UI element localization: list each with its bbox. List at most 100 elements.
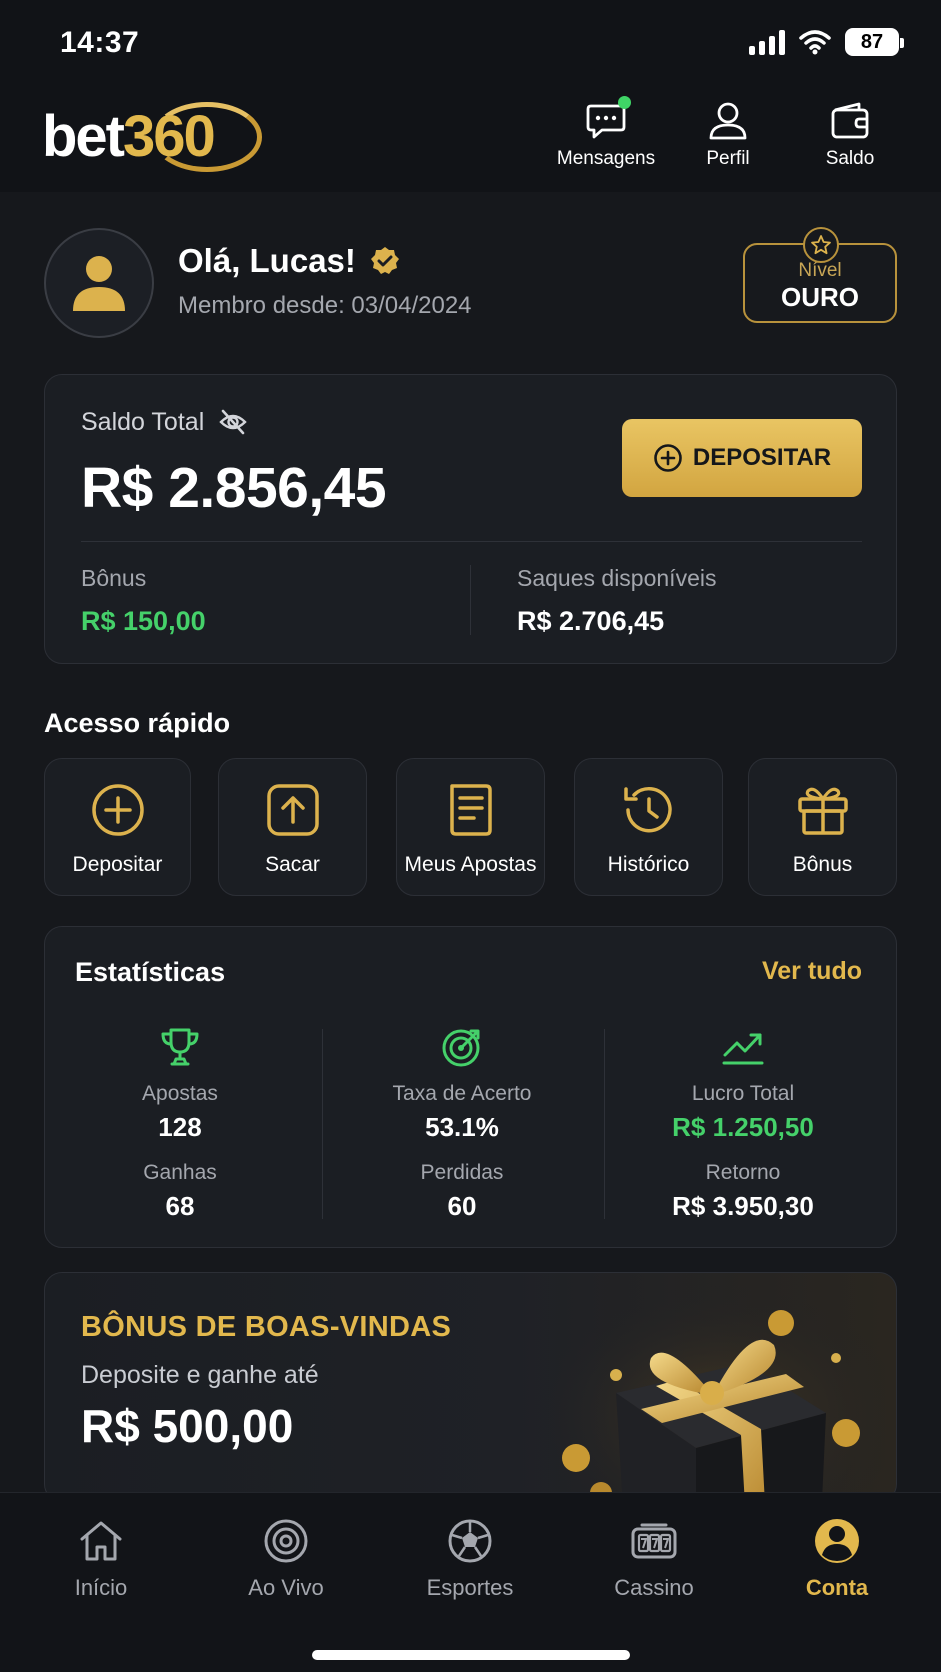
notification-dot xyxy=(618,96,631,109)
quick-bonus-label: Bônus xyxy=(792,853,853,876)
quick-withdraw-button[interactable]: Sacar xyxy=(218,758,367,896)
status-icons: 87 xyxy=(749,28,904,56)
stat-value: R$ 3.950,30 xyxy=(672,1191,814,1221)
promo-subtitle: Deposite e ganhe até xyxy=(81,1361,319,1389)
logo-text: bet360 xyxy=(42,103,216,170)
nav-casino-label: Cassino xyxy=(614,1575,694,1600)
star-icon xyxy=(803,227,839,263)
greeting: Olá, Lucas! xyxy=(178,242,400,280)
withdrawable-label: Saques disponíveis xyxy=(517,565,717,591)
level-badge[interactable]: Nível OURO xyxy=(743,227,897,323)
stat-label: Taxa de Acerto xyxy=(392,1082,532,1105)
stats-card: Estatísticas Ver tudo Apostas 128 Ganhas… xyxy=(44,926,897,1248)
stat-value: R$ 1.250,50 xyxy=(672,1112,814,1142)
nav-casino[interactable]: Cassino xyxy=(579,1517,729,1601)
nav-live[interactable]: Ao Vivo xyxy=(211,1517,361,1601)
plus-circle-icon xyxy=(91,784,144,836)
member-since: Membro desde: 03/04/2024 xyxy=(178,292,472,319)
nav-account-label: Conta xyxy=(805,1575,869,1600)
user-icon xyxy=(709,102,747,140)
account-icon xyxy=(815,1519,859,1563)
divider xyxy=(81,541,862,542)
quick-history-button[interactable]: Histórico xyxy=(574,758,723,896)
verified-badge-icon xyxy=(370,247,399,274)
receipt-icon xyxy=(449,784,492,836)
withdrawable-balance: Saques disponíveis R$ 2.706,45 xyxy=(517,565,716,637)
stat-label: Perdidas xyxy=(420,1161,504,1184)
trophy-icon xyxy=(161,1028,199,1066)
deposit-button-label: DEPOSITAR xyxy=(692,444,832,471)
messages-button[interactable]: Mensagens xyxy=(545,96,667,170)
gift-box-illustration xyxy=(546,1283,886,1501)
messages-label: Mensagens xyxy=(556,148,656,169)
deposit-button[interactable]: DEPOSITAR xyxy=(622,419,862,497)
quick-deposit-button[interactable]: Depositar xyxy=(44,758,191,896)
avatar[interactable] xyxy=(44,228,154,338)
quick-bonus-button[interactable]: Bônus xyxy=(748,758,897,896)
upload-icon xyxy=(266,784,319,836)
welcome-bonus-banner[interactable]: BÔNUS DE BOAS-VINDAS Deposite e ganhe at… xyxy=(44,1272,897,1502)
stat-value: 53.1% xyxy=(425,1112,499,1142)
stat-column-bets: Apostas 128 Ganhas 68 xyxy=(40,1025,320,1222)
header-actions: Mensagens Perfil Saldo xyxy=(545,96,911,170)
balance-button[interactable]: Saldo xyxy=(789,100,911,170)
nav-home[interactable]: Início xyxy=(26,1517,176,1601)
quick-deposit-label: Depositar xyxy=(72,853,163,876)
withdrawable-value: R$ 2.706,45 xyxy=(517,606,665,636)
quick-my-bets-button[interactable]: Meus Apostas xyxy=(396,758,545,896)
stat-column-profit: Lucro Total R$ 1.250,50 Retorno R$ 3.950… xyxy=(603,1025,883,1222)
profile-row: Olá, Lucas! Membro desde: 03/04/2024 Nív… xyxy=(44,227,897,338)
home-indicator xyxy=(312,1650,630,1660)
app-logo[interactable]: bet360 xyxy=(42,96,262,176)
home-icon xyxy=(80,1521,122,1561)
status-bar: 14:37 87 xyxy=(0,0,941,88)
stat-value: 68 xyxy=(165,1191,195,1221)
promo-amount: R$ 500,00 xyxy=(81,1400,294,1452)
soccer-ball-icon xyxy=(448,1519,492,1563)
nav-live-label: Ao Vivo xyxy=(248,1575,324,1600)
total-balance-label-text: Saldo Total xyxy=(81,407,205,436)
eye-off-icon[interactable] xyxy=(218,407,248,437)
status-time: 14:37 xyxy=(60,26,140,59)
wifi-icon xyxy=(799,30,831,55)
stat-value: 60 xyxy=(447,1191,477,1221)
app-header: bet360 Mensagens Perfil Saldo xyxy=(0,88,941,192)
greeting-text: Olá, Lucas! xyxy=(178,242,356,279)
logo-number: 360 xyxy=(123,103,216,169)
avatar-user-icon xyxy=(73,256,125,311)
quick-withdraw-label: Sacar xyxy=(265,853,320,876)
level-value: OURO xyxy=(781,281,859,312)
see-all-link[interactable]: Ver tudo xyxy=(762,957,862,986)
gift-icon xyxy=(797,787,848,835)
profile-button[interactable]: Perfil xyxy=(667,100,789,170)
bonus-label: Bônus xyxy=(81,565,147,591)
profile-label: Perfil xyxy=(706,148,750,169)
stat-label: Ganhas xyxy=(143,1161,217,1184)
balance-card: Saldo Total R$ 2.856,45 DEPOSITAR Bônus … xyxy=(44,374,897,664)
quick-history-label: Histórico xyxy=(607,853,690,876)
quick-access-row: Depositar Sacar Meus Apostas Histórico B… xyxy=(44,758,897,896)
balance-label: Saldo xyxy=(825,148,875,169)
bottom-nav: Início Ao Vivo Esportes Cassino Conta xyxy=(0,1492,941,1672)
nav-sports-label: Esportes xyxy=(426,1575,514,1600)
stat-value: 128 xyxy=(158,1112,202,1142)
quick-my-bets-label: Meus Apostas xyxy=(404,853,537,876)
nav-sports[interactable]: Esportes xyxy=(395,1517,545,1601)
total-balance-label: Saldo Total xyxy=(81,407,248,437)
target-icon xyxy=(442,1029,480,1067)
divider xyxy=(470,565,471,635)
nav-account[interactable]: Conta xyxy=(762,1517,912,1601)
wallet-icon xyxy=(831,102,869,139)
plus-circle-icon xyxy=(654,444,682,472)
quick-access-title: Acesso rápido xyxy=(44,708,231,738)
trend-up-icon xyxy=(722,1033,764,1065)
total-balance-value: R$ 2.856,45 xyxy=(81,456,387,520)
bonus-value: R$ 150,00 xyxy=(81,606,206,636)
nav-home-label: Início xyxy=(74,1575,128,1600)
battery-indicator: 87 xyxy=(845,28,904,56)
cellular-signal-icon xyxy=(749,29,785,55)
live-icon xyxy=(264,1519,308,1563)
stat-label: Retorno xyxy=(705,1161,781,1184)
history-icon xyxy=(623,787,672,833)
slot-machine-icon xyxy=(631,1523,677,1559)
